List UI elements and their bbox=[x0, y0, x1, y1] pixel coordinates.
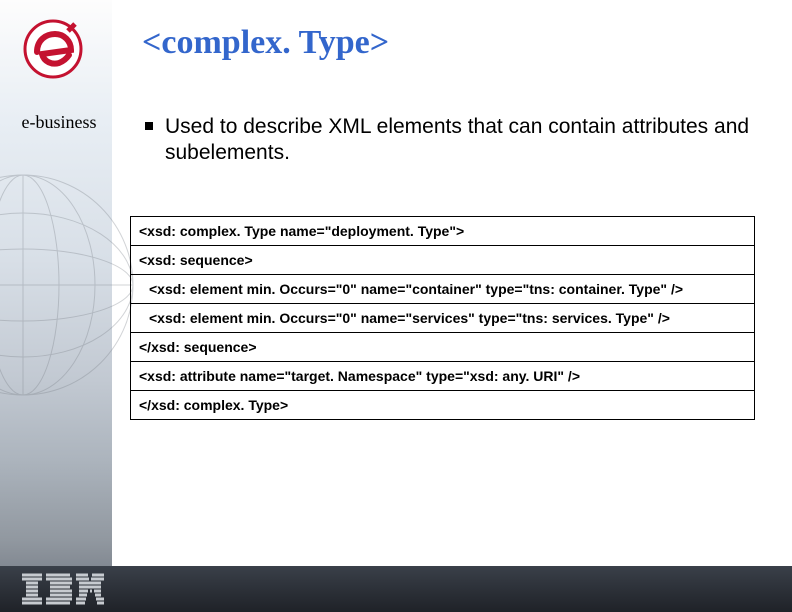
bullet-item: Used to describe XML elements that can c… bbox=[145, 114, 765, 167]
code-line: <xsd: attribute name="target. Namespace"… bbox=[131, 361, 754, 390]
code-line: <xsd: element min. Occurs="0" name="serv… bbox=[131, 303, 754, 332]
bullet-square-icon bbox=[145, 122, 153, 130]
code-line: </xsd: sequence> bbox=[131, 332, 754, 361]
slide-title: <complex. Type> bbox=[142, 24, 389, 62]
code-line: <xsd: complex. Type name="deployment. Ty… bbox=[131, 217, 754, 245]
slide-footer-band bbox=[0, 566, 792, 612]
code-example-box: <xsd: complex. Type name="deployment. Ty… bbox=[130, 216, 755, 420]
slide-left-strip bbox=[0, 0, 112, 612]
e-business-logo-icon bbox=[22, 18, 84, 80]
bullet-text: Used to describe XML elements that can c… bbox=[165, 114, 765, 167]
code-line: <xsd: element min. Occurs="0" name="cont… bbox=[131, 274, 754, 303]
sidebar-label: e-business bbox=[14, 113, 104, 132]
code-line: <xsd: sequence> bbox=[131, 245, 754, 274]
code-line: </xsd: complex. Type> bbox=[131, 390, 754, 419]
ibm-logo-icon bbox=[22, 572, 104, 606]
